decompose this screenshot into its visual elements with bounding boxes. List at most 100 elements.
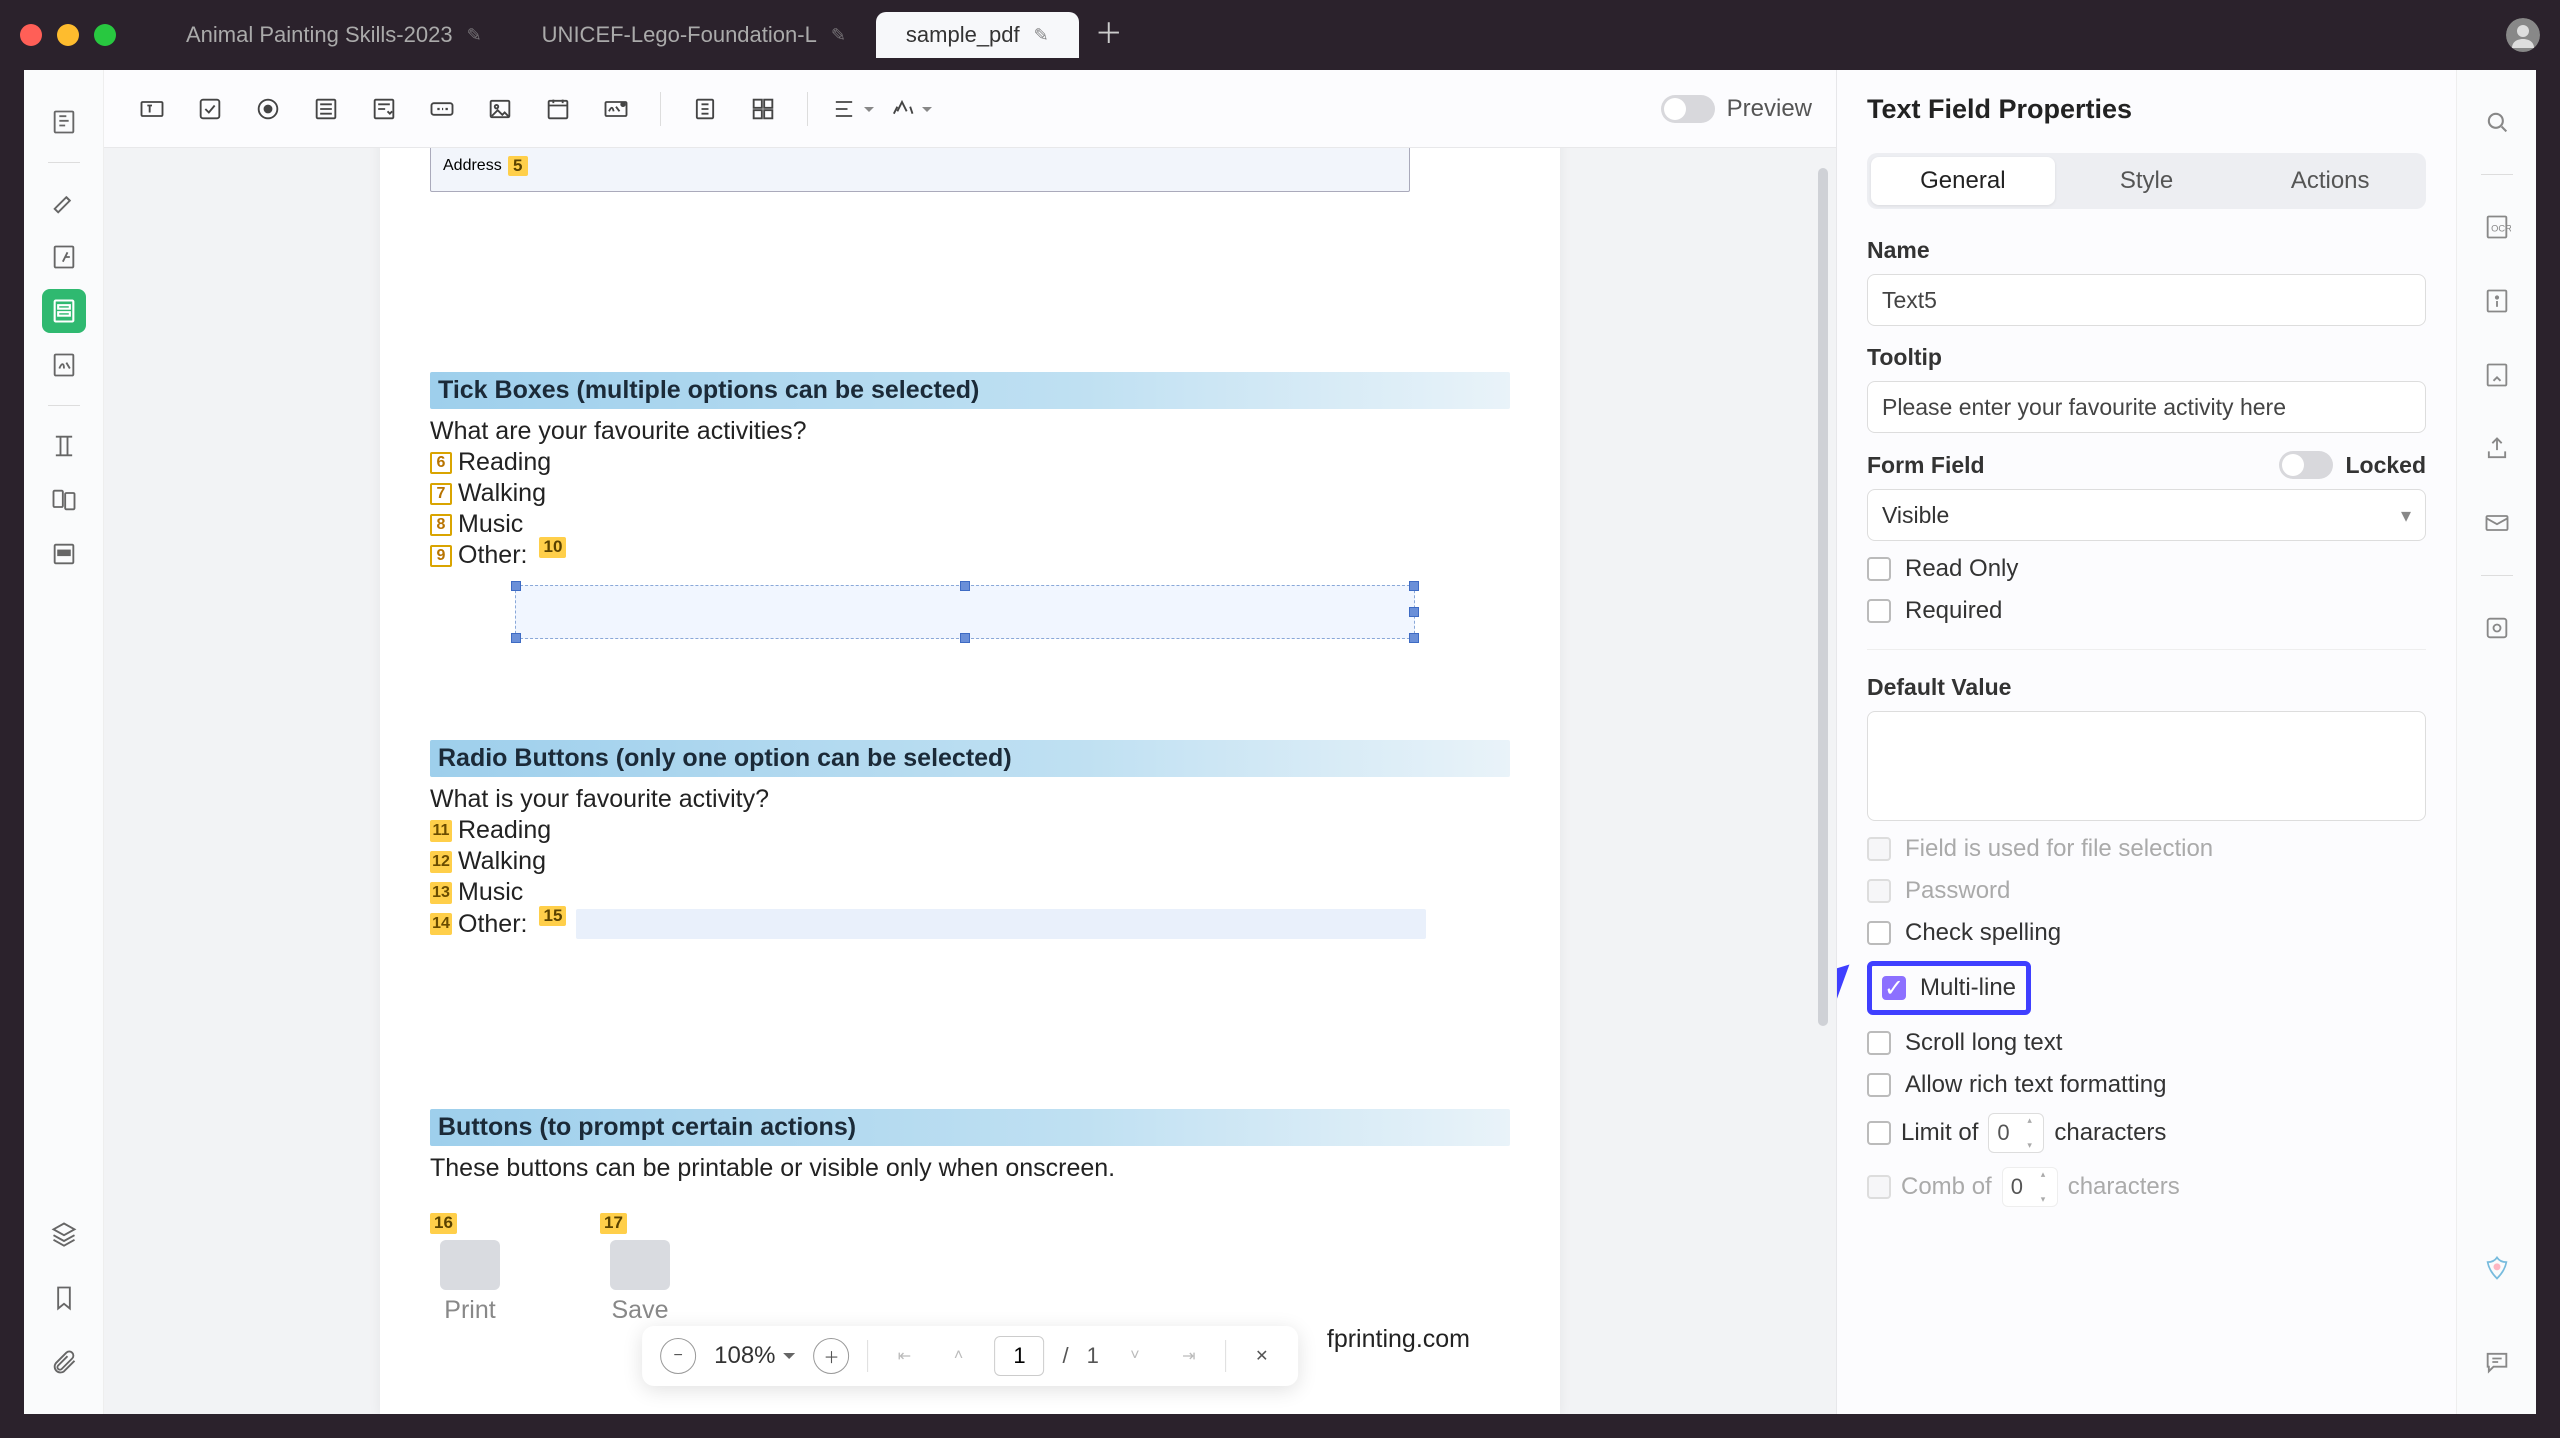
limit-number-input[interactable]: 0▴▾ [1988,1113,2044,1153]
share-icon[interactable] [2475,427,2519,471]
button-tool[interactable] [418,85,466,133]
tab-style[interactable]: Style [2055,157,2239,205]
tab-actions[interactable]: Actions [2238,157,2422,205]
tab-label: sample_pdf [906,22,1020,48]
comments-icon[interactable] [2475,1340,2519,1384]
tick-opt-2[interactable]: 8Music [430,510,1510,539]
right-tool-rail: OCR [2456,70,2536,1414]
preview-toggle[interactable]: Preview [1661,95,1812,123]
field-order-badge: 6 [430,452,452,474]
radio-opt-3[interactable]: 14 Other: 15 [430,909,1510,939]
attachments-icon[interactable] [42,1340,86,1384]
radio-tool[interactable] [244,85,292,133]
characters-label: characters [2054,1119,2166,1147]
layers-icon[interactable] [42,1212,86,1256]
radio-opt-1[interactable]: 12Walking [430,847,1510,876]
visibility-select[interactable]: Visible [1867,489,2426,541]
thumbnails-icon[interactable] [42,100,86,144]
allow-rich-text-checkbox[interactable]: Allow rich text formatting [1867,1071,2426,1099]
check-spelling-checkbox[interactable]: Check spelling [1867,919,2426,947]
document-canvas[interactable]: Address 5 Tick Boxes (multiple options c… [104,148,1836,1414]
first-page-button[interactable]: ⇤ [887,1338,923,1374]
address-field[interactable]: Address 5 [430,148,1410,192]
zoom-in-button[interactable]: ＋ [814,1338,850,1374]
text-field-tool[interactable] [128,85,176,133]
save-button[interactable]: 17 Save [610,1213,670,1325]
radio-opt-0[interactable]: 11Reading [430,816,1510,845]
rename-tab-icon[interactable]: ✎ [1034,25,1049,46]
locked-toggle[interactable] [2279,451,2333,479]
checkbox-label: Field is used for file selection [1905,835,2213,863]
tick-opt-0[interactable]: 6 Reading [430,448,1510,477]
edit-text-icon[interactable] [42,235,86,279]
opt-label: Music [458,510,523,539]
print-button[interactable]: 16 Print [440,1213,500,1325]
dropdown-tool[interactable] [360,85,408,133]
redact-icon[interactable] [42,532,86,576]
tab-label: UNICEF-Lego-Foundation-L [542,22,817,48]
signature-tool[interactable] [592,85,640,133]
comb-of-row: Comb of 0▴▾ characters [1867,1167,2426,1207]
tooltip-input[interactable] [1867,381,2426,433]
toggle-switch[interactable] [1661,95,1715,123]
last-page-button[interactable]: ⇥ [1171,1338,1207,1374]
user-avatar[interactable] [2506,18,2540,52]
radio-other-input[interactable] [576,909,1426,939]
listbox-tool[interactable] [302,85,350,133]
watermark-icon[interactable] [2475,353,2519,397]
radio-opt-2[interactable]: 13Music [430,878,1510,907]
align-tool-dropdown[interactable] [828,85,876,133]
minimize-window-button[interactable] [57,24,79,46]
zoom-out-button[interactable]: − [660,1338,696,1374]
security-icon[interactable] [2475,606,2519,650]
field-tag-17: 17 [600,1213,627,1234]
close-bar-button[interactable]: ✕ [1244,1338,1280,1374]
rename-tab-icon[interactable]: ✎ [467,25,482,46]
tick-opt-3[interactable]: 9 Other: 10 [430,541,1510,570]
required-checkbox[interactable]: Required [1867,597,2426,625]
scroll-long-text-checkbox[interactable]: Scroll long text [1867,1029,2426,1057]
read-only-checkbox[interactable]: Read Only [1867,555,2426,583]
limit-of-row[interactable]: Limit of 0▴▾ characters [1867,1113,2426,1153]
more-tools-dropdown[interactable] [886,85,934,133]
selected-text-field[interactable] [515,585,1415,639]
bookmarks-icon[interactable] [42,1276,86,1320]
highlighter-icon[interactable] [42,181,86,225]
date-tool[interactable] [534,85,582,133]
doc-tab-2[interactable]: sample_pdf ✎ [876,12,1079,58]
mail-icon[interactable] [2475,501,2519,545]
rename-tab-icon[interactable]: ✎ [831,25,846,46]
page-number-input[interactable] [995,1336,1045,1376]
opt-label: Reading [458,448,551,477]
name-input[interactable] [1867,274,2426,326]
search-icon[interactable] [2475,100,2519,144]
default-value-textarea[interactable] [1867,711,2426,821]
ocr-icon[interactable] [42,424,86,468]
close-window-button[interactable] [20,24,42,46]
tick-opt-1[interactable]: 7Walking [430,479,1510,508]
printer-icon [440,1240,500,1290]
field-order-tool[interactable] [681,85,729,133]
ocr-panel-icon[interactable]: OCR [2475,205,2519,249]
multi-line-checkbox[interactable]: ✓Multi-line [1882,974,2016,1002]
image-field-tool[interactable] [476,85,524,133]
ai-assistant-icon[interactable] [2475,1246,2519,1290]
vertical-scrollbar[interactable] [1818,168,1828,1394]
add-tab-button[interactable]: ＋ [1089,12,1129,52]
checkbox-tool[interactable] [186,85,234,133]
grid-tool[interactable] [739,85,787,133]
sign-icon[interactable] [42,343,86,387]
form-field-label: Form Field [1867,452,1985,479]
toolbar-separator [660,92,661,126]
fullscreen-window-button[interactable] [94,24,116,46]
doc-tab-1[interactable]: UNICEF-Lego-Foundation-L ✎ [512,12,876,58]
doc-tab-0[interactable]: Animal Painting Skills-2023✎ [156,12,512,58]
zoom-level-dropdown[interactable]: 108% [714,1342,795,1370]
tab-general[interactable]: General [1871,157,2055,205]
next-page-button[interactable]: ˅ [1117,1338,1153,1374]
compare-icon[interactable] [42,478,86,522]
prev-page-button[interactable]: ˄ [941,1338,977,1374]
info-icon[interactable] [2475,279,2519,323]
form-tools-icon[interactable] [42,289,86,333]
field-order-badge: 13 [430,882,452,904]
